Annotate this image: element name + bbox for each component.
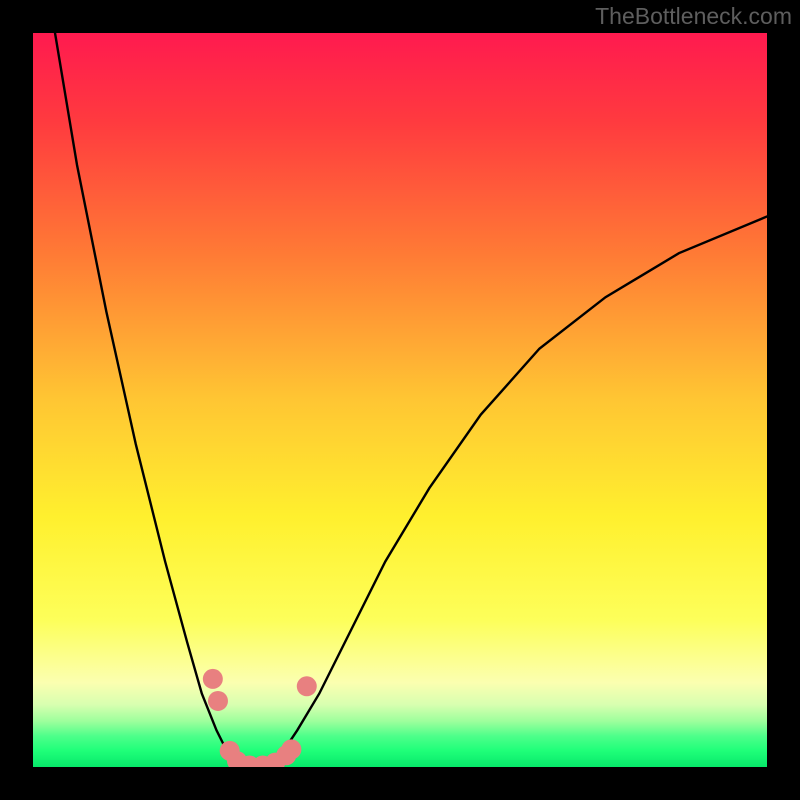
data-marker [297,676,317,696]
data-marker [203,669,223,689]
watermark-text: TheBottleneck.com [595,3,792,30]
plot-area [33,33,767,767]
chart-frame: TheBottleneck.com [0,0,800,800]
data-marker [281,739,301,759]
data-marker [208,691,228,711]
bottleneck-curve [33,33,767,767]
